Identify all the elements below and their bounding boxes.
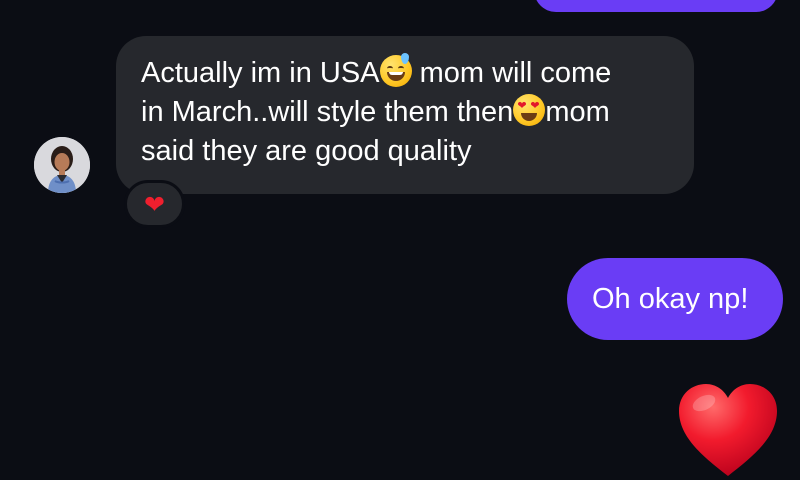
message-text: mom will come (411, 57, 612, 89)
message-text: Actually im in USA (141, 57, 380, 89)
message-line-2: in March..will style them then ❤ ❤ mom (141, 93, 672, 132)
reaction-badge[interactable]: ❤ (124, 180, 185, 228)
outgoing-message-bubble[interactable]: Oh okay np! (567, 258, 783, 340)
large-red-heart-icon[interactable] (675, 380, 781, 480)
message-line-3: said they are good quality (141, 135, 472, 167)
incoming-message-bubble[interactable]: Actually im in USA mom will come in Marc… (116, 36, 694, 194)
grinning-sweat-emoji (379, 53, 412, 87)
heart-eyes-emoji: ❤ ❤ (513, 94, 546, 126)
avatar[interactable] (34, 137, 90, 193)
person-avatar-icon (34, 137, 90, 193)
message-text: Oh okay np! (592, 283, 749, 315)
message-text: mom (545, 96, 610, 128)
message-text: in March..will style them then (141, 96, 514, 128)
message-line-1: Actually im in USA mom will come (141, 53, 672, 93)
red-heart-icon: ❤ (144, 191, 165, 219)
previous-outgoing-bubble[interactable] (534, 0, 778, 12)
